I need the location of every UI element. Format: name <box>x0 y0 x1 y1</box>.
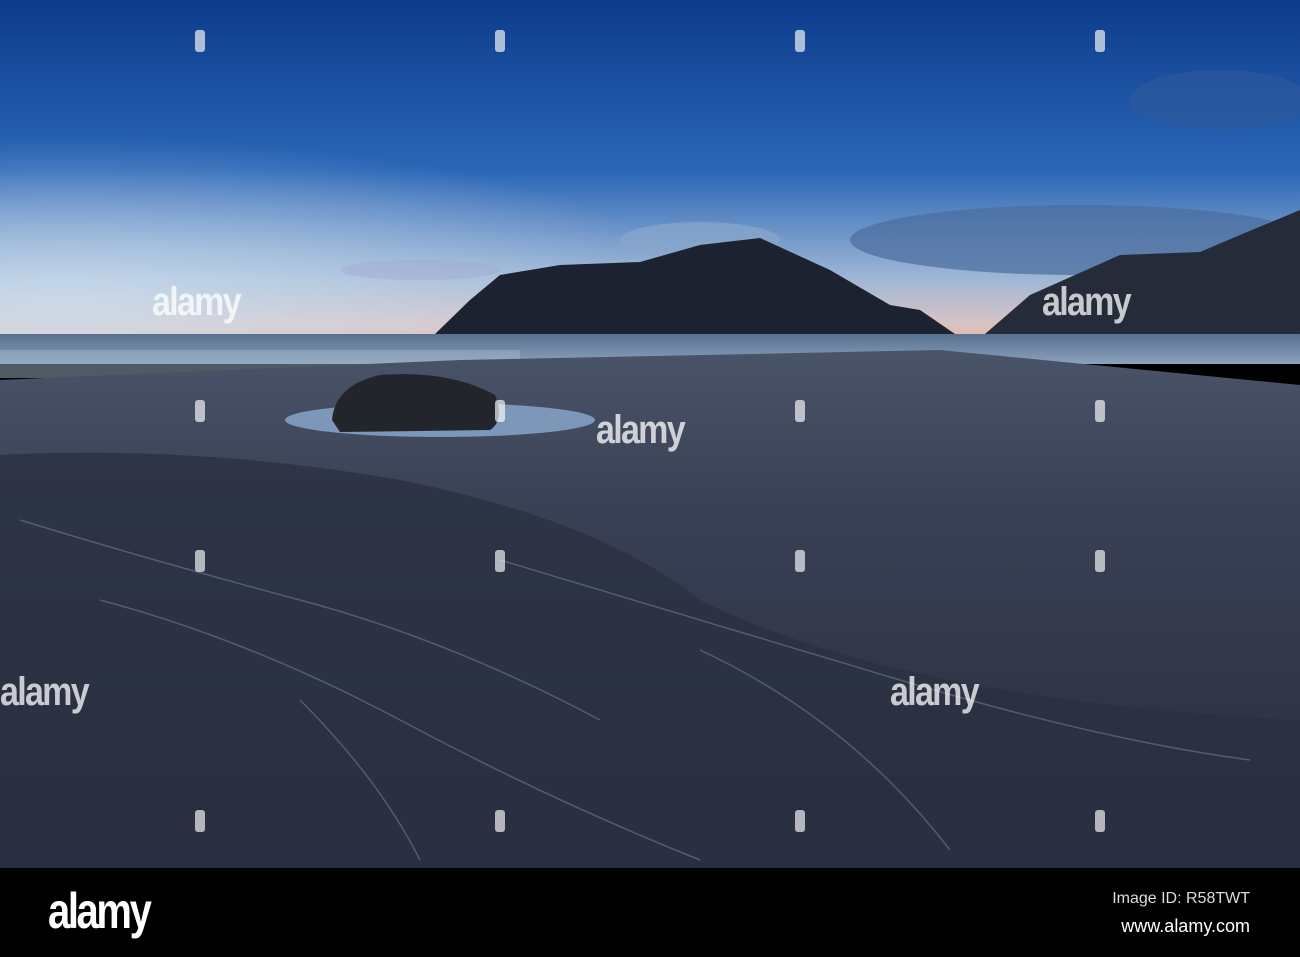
watermark-mark <box>1095 810 1105 832</box>
watermark-mark <box>495 30 505 52</box>
watermark-mark <box>1095 550 1105 572</box>
watermark-mark <box>795 810 805 832</box>
watermark-mark <box>795 30 805 52</box>
footer-bar: alamy Image ID: R58TWT www.alamy.com <box>0 868 1300 957</box>
watermark-mark <box>495 400 505 422</box>
watermark-mark <box>495 550 505 572</box>
watermark-mark <box>1095 30 1105 52</box>
watermark-mark <box>795 400 805 422</box>
watermark-mark <box>195 30 205 52</box>
watermark-mark <box>195 810 205 832</box>
watermark: alamy <box>1042 280 1132 324</box>
watermark: alamy <box>596 408 686 452</box>
alamy-logo: alamy <box>48 883 152 939</box>
watermark-mark <box>195 400 205 422</box>
watermark: alamy <box>890 670 980 714</box>
watermark-mark <box>795 550 805 572</box>
watermark-mark <box>495 810 505 832</box>
site-url: www.alamy.com <box>1121 916 1250 936</box>
image-id: Image ID: R58TWT <box>1112 890 1250 907</box>
watermark-mark <box>1095 400 1105 422</box>
stock-photo: alamy alamy alamy alamy alamy alamy Imag… <box>0 0 1300 957</box>
watermark-mark <box>195 550 205 572</box>
watermark: alamy <box>152 280 242 324</box>
watermark: alamy <box>0 670 90 714</box>
